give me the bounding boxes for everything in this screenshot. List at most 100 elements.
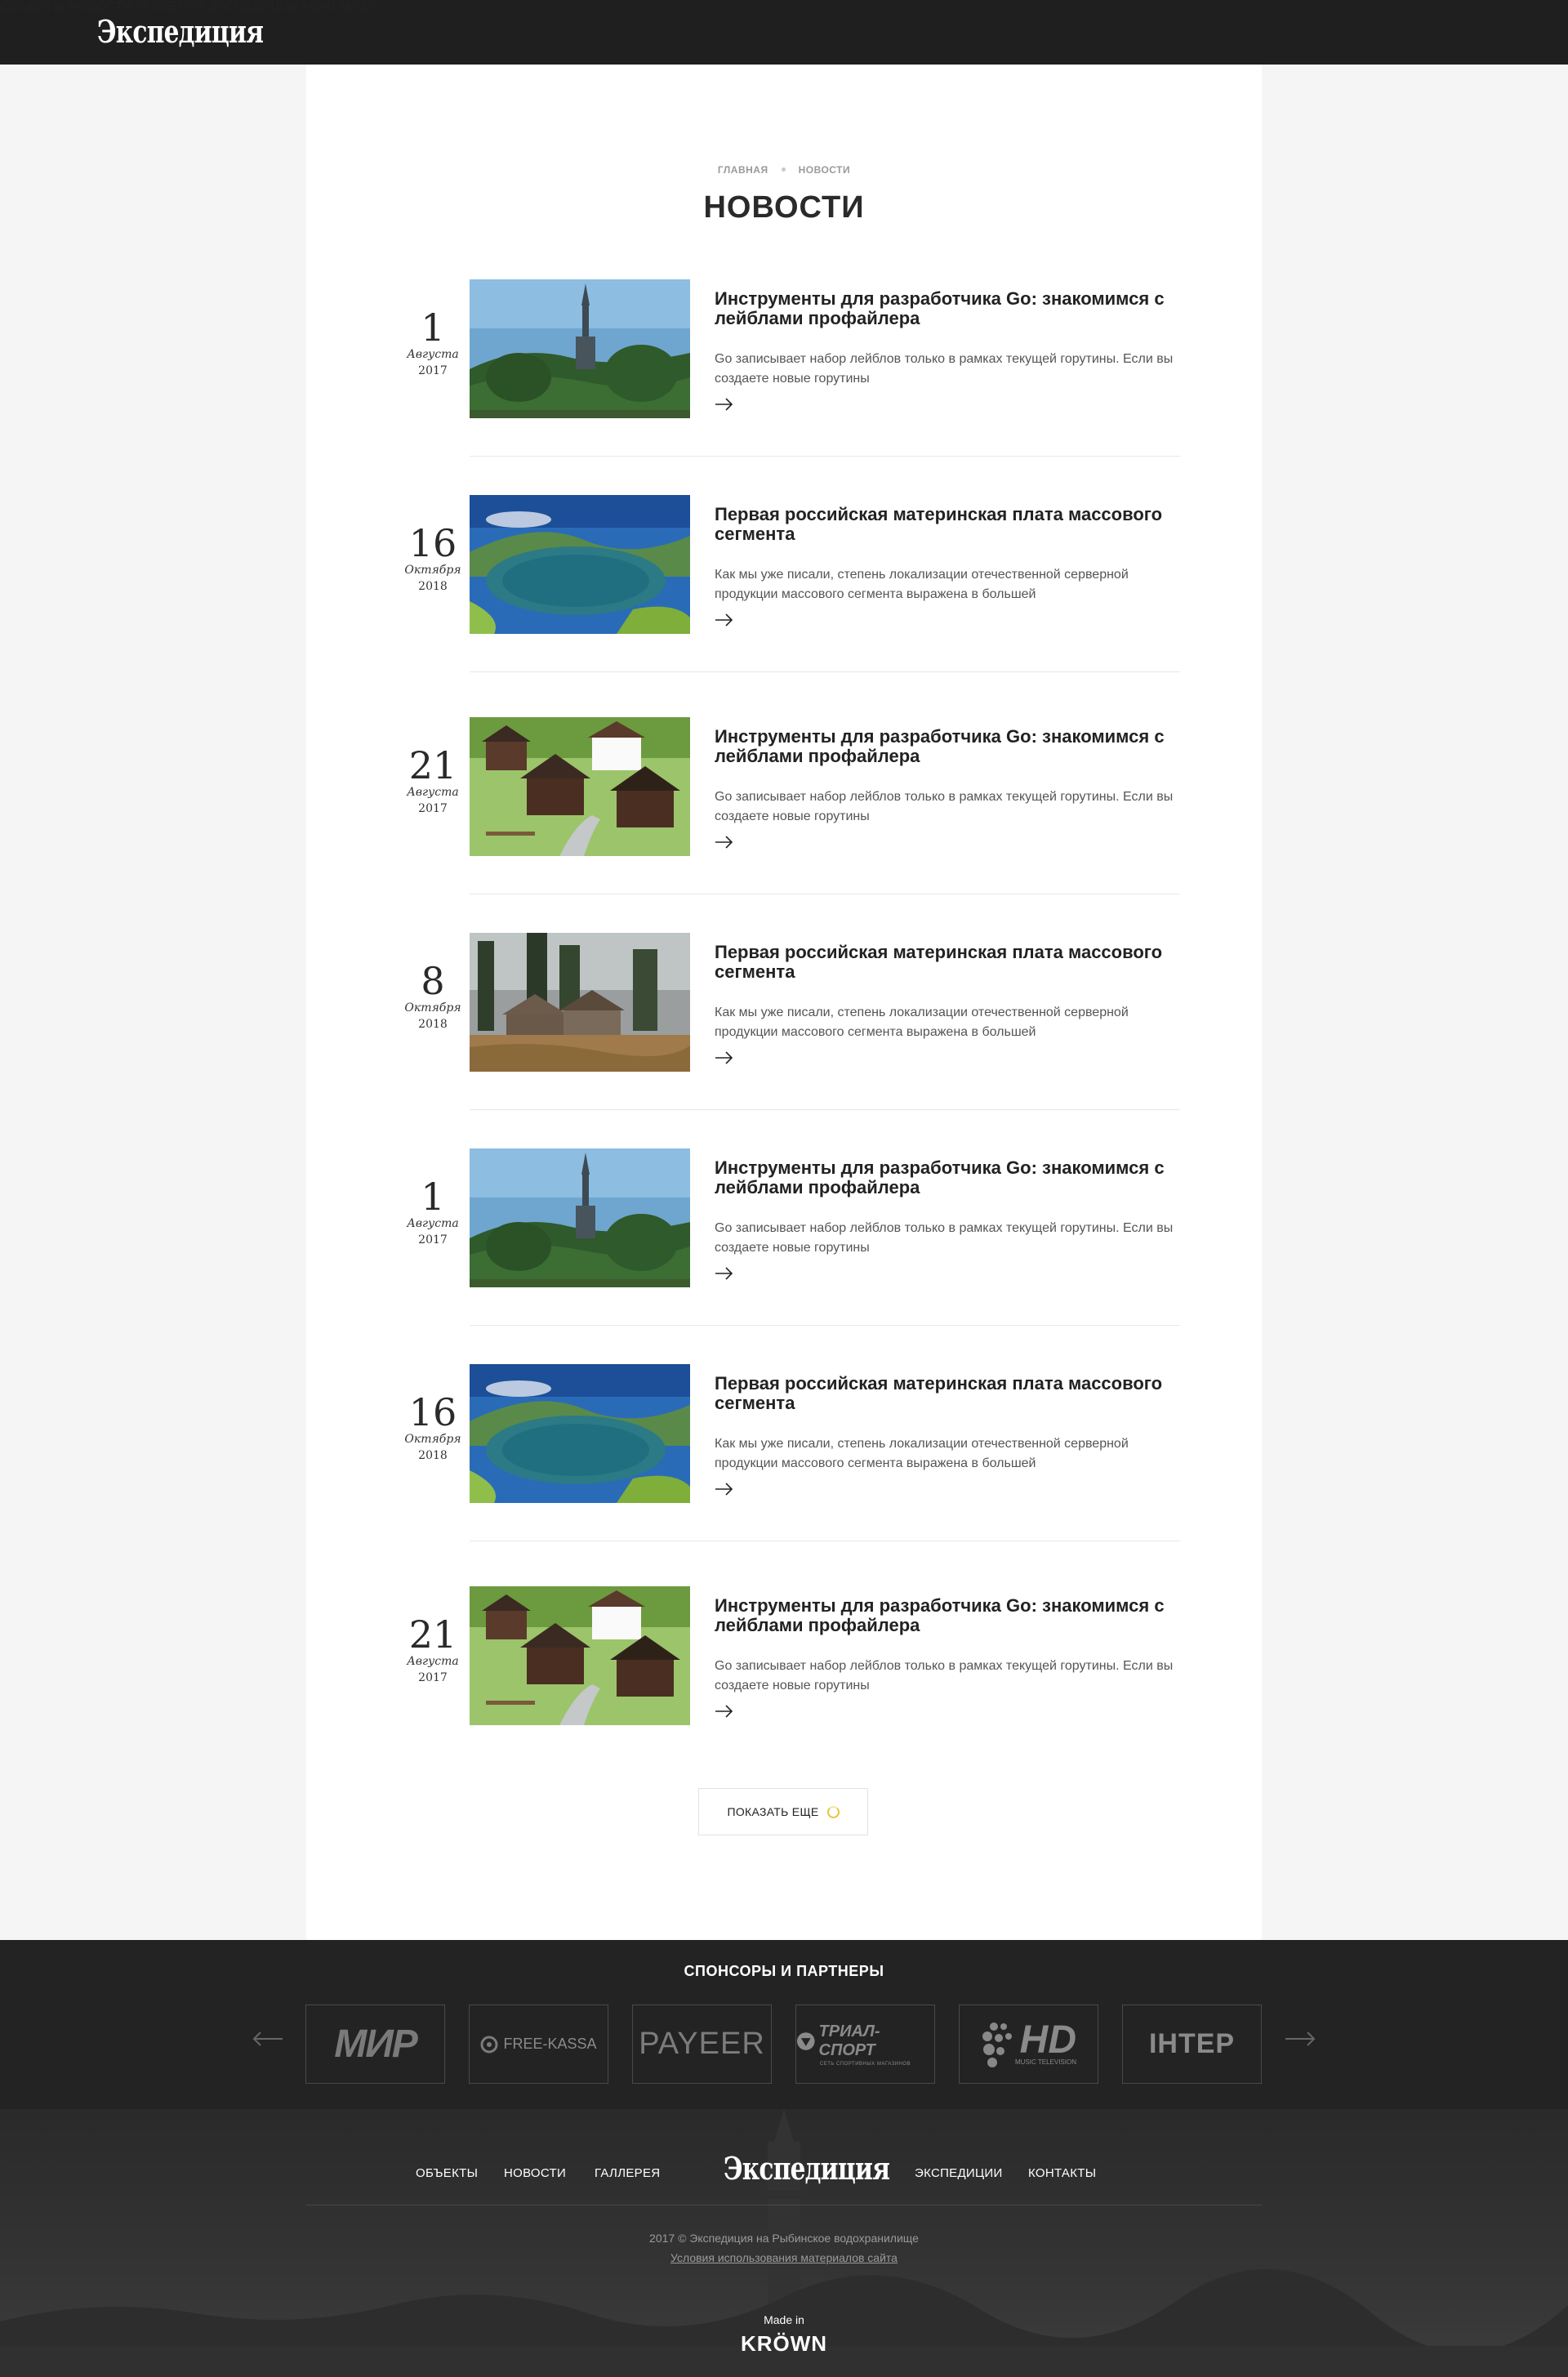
read-more-arrow-icon[interactable] bbox=[715, 1704, 734, 1719]
news-divider bbox=[470, 456, 1180, 457]
news-thumbnail[interactable] bbox=[470, 717, 690, 856]
nav-expeditions[interactable]: ЭКСПЕДИЦИИ bbox=[207, 0, 299, 14]
news-date-month: Октября bbox=[404, 1433, 461, 1446]
site-logo[interactable]: Экспедиция bbox=[97, 13, 264, 50]
news-item[interactable]: 1 Августа 2017 Инструменты для разработчика… bbox=[388, 279, 1180, 495]
sponsor-logo-trialsport[interactable]: ТРИАЛ-СПОРТ СЕТЬ СПОРТИВНЫХ МАГАЗИНОВ bbox=[795, 2005, 935, 2084]
news-title[interactable]: Первая российская материнская плата масс… bbox=[715, 505, 1180, 544]
footer: ОБЪЕКТЫ НОВОСТИ ГАЛЛЕРЕЯ Экспедиция ЭКСП… bbox=[0, 2109, 1568, 2377]
news-date-year: 2017 bbox=[418, 802, 448, 815]
footer-nav-expeditions[interactable]: ЭКСПЕДИЦИИ bbox=[915, 2166, 1003, 2180]
news-date-day: 1 bbox=[421, 1175, 445, 1219]
news-date-year: 2017 bbox=[418, 1233, 448, 1246]
krown-studio-logo[interactable]: KRÖWN bbox=[0, 2331, 1568, 2357]
news-excerpt: Go записывает набор лейблов только в рам… bbox=[715, 352, 1174, 386]
breadcrumb-current: НОВОСТИ bbox=[798, 164, 851, 176]
news-excerpt: Как мы уже писали, степень локализации о… bbox=[715, 1006, 1129, 1039]
news-item[interactable]: 8 Октября 2018 Первая российская материнска… bbox=[388, 933, 1180, 1148]
breadcrumb-separator bbox=[781, 167, 786, 172]
sponsor-trialsport-sub: СЕТЬ СПОРТИВНЫХ МАГАЗИНОВ bbox=[819, 2061, 911, 2067]
loading-spinner-icon bbox=[826, 1805, 840, 1818]
sponsor-logo-freekassa[interactable]: FREE-KASSA bbox=[469, 2005, 608, 2084]
read-more-arrow-icon[interactable] bbox=[715, 1266, 734, 1281]
news-thumbnail[interactable] bbox=[470, 933, 690, 1072]
footer-logo[interactable]: Экспедиция bbox=[724, 2150, 890, 2187]
news-thumbnail[interactable] bbox=[470, 495, 690, 634]
news-divider bbox=[470, 1109, 1180, 1110]
news-date: 1 Августа 2017 bbox=[388, 1176, 478, 1246]
nav-objects[interactable]: ОБЪЕКТЫ bbox=[0, 0, 65, 14]
news-title[interactable]: Инструменты для разработчика Go: знакоми… bbox=[715, 1158, 1180, 1197]
nav-contacts[interactable]: КОНТАКТЫ bbox=[302, 0, 372, 14]
news-date: 1 Августа 2017 bbox=[388, 307, 478, 377]
news-thumbnail[interactable] bbox=[470, 1364, 690, 1503]
news-title[interactable]: Первая российская материнская плата масс… bbox=[715, 1374, 1180, 1413]
sponsor-logo-payeer[interactable]: PAYEER bbox=[632, 2005, 772, 2084]
news-date: 21 Августа 2017 bbox=[388, 745, 478, 815]
news-excerpt: Как мы уже писали, степень локализации о… bbox=[715, 568, 1129, 601]
news-date-day: 21 bbox=[408, 1612, 457, 1657]
sponsor-musichd-text: HD bbox=[1019, 2018, 1076, 2062]
made-in-label: Made in bbox=[764, 2313, 804, 2326]
read-more-arrow-icon[interactable] bbox=[715, 613, 734, 627]
sponsor-logo-musichd[interactable]: HD MUSIC TELEVISION bbox=[959, 2005, 1098, 2084]
news-date-day: 16 bbox=[408, 521, 457, 565]
news-title[interactable]: Инструменты для разработчика Go: знакоми… bbox=[715, 727, 1180, 766]
news-date-day: 16 bbox=[408, 1390, 457, 1434]
read-more-arrow-icon[interactable] bbox=[715, 1482, 734, 1496]
footer-nav-contacts[interactable]: КОНТАКТЫ bbox=[1028, 2166, 1096, 2180]
sponsor-inter-text: ІНТЕР bbox=[1148, 2028, 1236, 2059]
news-date-year: 2017 bbox=[418, 1671, 448, 1684]
breadcrumb-home[interactable]: ГЛАВНАЯ bbox=[718, 164, 768, 176]
nav-gallery[interactable]: ГАЛЛЕРЕЯ bbox=[136, 0, 204, 14]
footer-copyright: 2017 © Экспедиция на Рыбинское водохрани… bbox=[649, 2232, 919, 2245]
news-date-month: Октября bbox=[404, 564, 461, 577]
news-title[interactable]: Инструменты для разработчика Go: знакоми… bbox=[715, 1596, 1180, 1635]
trialsport-emblem-icon bbox=[796, 2031, 815, 2050]
sponsor-mir-text: МИР bbox=[334, 2022, 418, 2066]
news-date-month: Августа bbox=[407, 786, 459, 799]
news-date: 8 Октября 2018 bbox=[388, 961, 478, 1031]
news-page-card: ГЛАВНАЯ НОВОСТИ НОВОСТИ 1 Августа 2017 Инстр… bbox=[306, 65, 1262, 1940]
nav-news[interactable]: НОВОСТИ bbox=[68, 0, 132, 14]
read-more-arrow-icon[interactable] bbox=[715, 835, 734, 850]
news-date-month: Августа bbox=[407, 348, 459, 361]
news-excerpt: Go записывает набор лейблов только в рам… bbox=[715, 1221, 1174, 1255]
news-item[interactable]: 16 Октября 2018 Первая российская материнск… bbox=[388, 1364, 1180, 1580]
footer-nav-gallery[interactable]: ГАЛЛЕРЕЯ bbox=[595, 2166, 660, 2180]
show-more-button[interactable]: ПОКАЗАТЬ ЕЩЕ bbox=[698, 1788, 868, 1835]
news-thumbnail[interactable] bbox=[470, 1586, 690, 1725]
read-more-arrow-icon[interactable] bbox=[715, 397, 734, 412]
breadcrumb: ГЛАВНАЯ НОВОСТИ bbox=[306, 164, 1262, 176]
news-date-year: 2018 bbox=[418, 1449, 448, 1462]
footer-nav-news[interactable]: НОВОСТИ bbox=[504, 2166, 566, 2180]
freekassa-emblem-icon bbox=[480, 2036, 498, 2053]
sponsor-musichd-sub: MUSIC TELEVISION bbox=[1015, 2058, 1076, 2066]
sponsors-prev-arrow-icon[interactable] bbox=[252, 2031, 284, 2047]
news-date-day: 8 bbox=[421, 959, 445, 1003]
news-date-month: Октября bbox=[404, 1001, 461, 1015]
news-item[interactable]: 21 Августа 2017 Инструменты для разработчик… bbox=[388, 1586, 1180, 1802]
footer-nav-objects[interactable]: ОБЪЕКТЫ bbox=[416, 2166, 478, 2180]
sponsor-logo-inter[interactable]: ІНТЕР bbox=[1122, 2005, 1262, 2084]
show-more-label: ПОКАЗАТЬ ЕЩЕ bbox=[727, 1805, 819, 1818]
read-more-arrow-icon[interactable] bbox=[715, 1050, 734, 1065]
news-thumbnail[interactable] bbox=[470, 279, 690, 418]
news-date-year: 2018 bbox=[418, 580, 448, 593]
sponsor-logo-mir[interactable]: МИР bbox=[305, 2005, 445, 2084]
sponsors-next-arrow-icon[interactable] bbox=[1284, 2031, 1316, 2047]
news-date-day: 21 bbox=[408, 743, 457, 787]
news-title[interactable]: Инструменты для разработчика Go: знакоми… bbox=[715, 289, 1180, 328]
news-item[interactable]: 21 Августа 2017 Инструменты для разработчик… bbox=[388, 717, 1180, 933]
footer-terms-link[interactable]: Условия использования материалов сайта bbox=[0, 2251, 1568, 2264]
news-item[interactable]: 1 Августа 2017 Инструменты для разработчика… bbox=[388, 1148, 1180, 1364]
news-thumbnail[interactable] bbox=[470, 1148, 690, 1287]
news-divider bbox=[470, 671, 1180, 672]
news-excerpt: Go записывает набор лейблов только в рам… bbox=[715, 790, 1174, 823]
sponsor-payeer-text: PAYEER bbox=[639, 2027, 765, 2061]
news-excerpt: Как мы уже писали, степень локализации о… bbox=[715, 1437, 1129, 1470]
sponsors-section: СПОНСОРЫ И ПАРТНЕРЫ МИР FREE-KASSA PAYEE… bbox=[0, 1940, 1568, 2109]
news-title[interactable]: Первая российская материнская плата масс… bbox=[715, 943, 1180, 982]
news-item[interactable]: 16 Октября 2018 Первая российская материнск… bbox=[388, 495, 1180, 711]
news-date: 16 Октября 2018 bbox=[388, 523, 478, 593]
